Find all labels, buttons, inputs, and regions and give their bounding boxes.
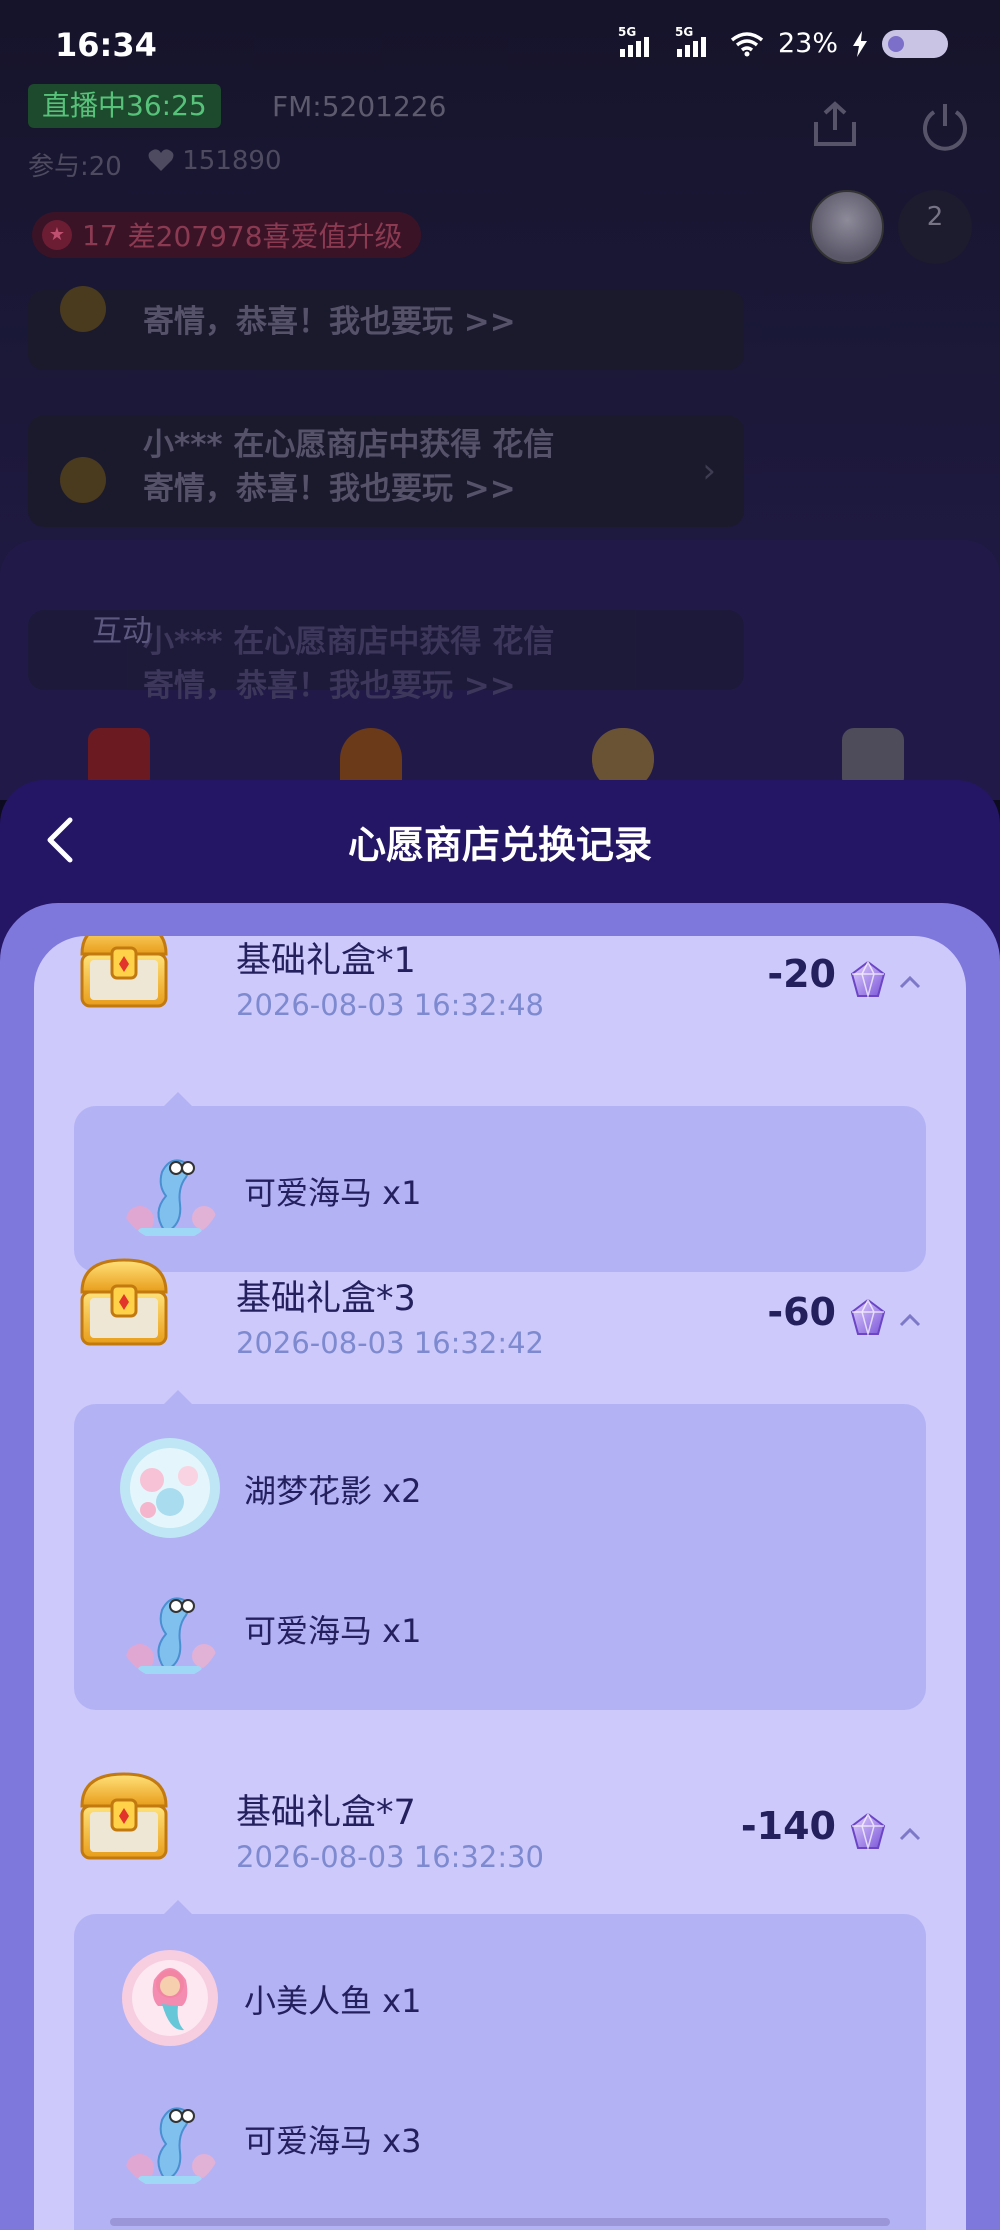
star-icon: ★ [42, 220, 72, 250]
level-number: 17 [82, 218, 118, 252]
treasure-chest-icon [80, 1772, 168, 1860]
collapse-caret-icon[interactable] [898, 1312, 922, 1328]
heart-count: 151890 [148, 146, 282, 176]
gift-icon [60, 286, 106, 332]
record-time: 2026-08-03 16:32:30 [236, 1840, 544, 1874]
charging-icon [853, 30, 867, 57]
wish-gem-icon [850, 1812, 886, 1851]
status-bar: 16:34 5G 5G 23% [0, 0, 1000, 90]
treasure-chest-icon [80, 936, 168, 1008]
seahorse-icon [126, 2107, 216, 2184]
reward-item-label: 小美人鱼 x1 [244, 1982, 422, 2020]
record-title: 基础礼盒*7 [236, 1793, 416, 1833]
record-item[interactable]: 基础礼盒*7 2026-08-03 16:32:30 -140 小美人鱼 x1 [34, 1752, 966, 2230]
treasure-chest-icon [80, 1258, 168, 1346]
mermaid-icon [122, 1950, 218, 2046]
viewer-count[interactable]: 2 [898, 190, 972, 264]
room-fm-id: FM:5201226 [272, 90, 447, 123]
reward-item: 湖梦花影 x2 [74, 1428, 926, 1538]
reward-item-label: 湖梦花影 x2 [244, 1472, 422, 1510]
live-duration-badge: 直播中36:25 [28, 84, 221, 128]
sheet-title: 心愿商店兑换记录 [347, 823, 652, 867]
reward-item: 可爱海马 x3 [74, 2078, 926, 2188]
chevron-right-icon: › [702, 451, 716, 491]
reward-item-label: 可爱海马 x1 [244, 1612, 422, 1650]
reward-item: 可爱海马 x1 [74, 1568, 926, 1678]
seahorse-icon [126, 1597, 216, 1674]
record-amount: -140 [740, 1804, 836, 1848]
level-badge[interactable]: ★ 17 差207978喜爱值升级 [32, 212, 421, 258]
record-items-box: 湖梦花影 x2 可爱海马 x1 [74, 1390, 926, 1710]
record-time: 2026-08-03 16:32:42 [236, 1326, 544, 1360]
battery-percent: 23% [777, 28, 838, 59]
status-indicators: 5G 5G 23% [618, 25, 948, 59]
record-list[interactable]: 基础礼盒*1 2026-08-03 16:32:48 -20 可爱海马 x1 基… [34, 936, 966, 2230]
wifi-icon [730, 31, 764, 56]
cellular-signal-icon: 5G [675, 25, 706, 57]
heart-icon [148, 149, 174, 171]
seahorse-icon [126, 1159, 216, 1236]
cellular-signal-icon: 5G [618, 25, 649, 57]
record-items-box: 小美人鱼 x1 可爱海马 x3 [74, 1900, 926, 2230]
status-time: 16:34 [55, 26, 157, 64]
record-amount: -60 [767, 1290, 836, 1334]
lake-dream-icon [120, 1438, 220, 1538]
reward-item: 小美人鱼 x1 [74, 1938, 926, 2048]
wish-gem-icon [850, 960, 886, 999]
power-icon[interactable] [918, 100, 972, 154]
record-title: 基础礼盒*1 [236, 941, 416, 981]
participant-count: 参与:20 [28, 152, 122, 182]
reward-item: 可爱海马 x1 [74, 1130, 926, 1240]
level-progress-text: 差207978喜爱值升级 [127, 220, 403, 253]
host-avatar[interactable] [810, 190, 884, 264]
collapse-caret-icon[interactable] [898, 974, 922, 990]
record-amount: -20 [767, 952, 836, 996]
gift-message-card[interactable]: 寄情，恭喜！我也要玩 >> [28, 286, 744, 370]
record-title: 基础礼盒*3 [236, 1279, 416, 1319]
record-item[interactable]: 基础礼盒*1 2026-08-03 16:32:48 -20 可爱海马 x1 [34, 936, 966, 1272]
battery-icon [882, 29, 948, 58]
home-indicator[interactable] [110, 2218, 890, 2226]
collapse-caret-icon[interactable] [898, 1826, 922, 1842]
reward-item-label: 可爱海马 x3 [244, 2122, 422, 2160]
record-item[interactable]: 基础礼盒*3 2026-08-03 16:32:42 -60 湖梦花影 x2 可… [34, 1238, 966, 1710]
reward-item-label: 可爱海马 x1 [244, 1174, 422, 1212]
wish-gem-icon [850, 1298, 886, 1337]
record-time: 2026-08-03 16:32:48 [236, 988, 544, 1022]
gift-message-card[interactable]: 小*** 在心愿商店中获得 花信 寄情，恭喜！我也要玩 >> › [28, 415, 744, 527]
share-icon[interactable] [808, 100, 862, 150]
interaction-title: 互动 [92, 614, 152, 649]
gift-icon [60, 457, 106, 503]
